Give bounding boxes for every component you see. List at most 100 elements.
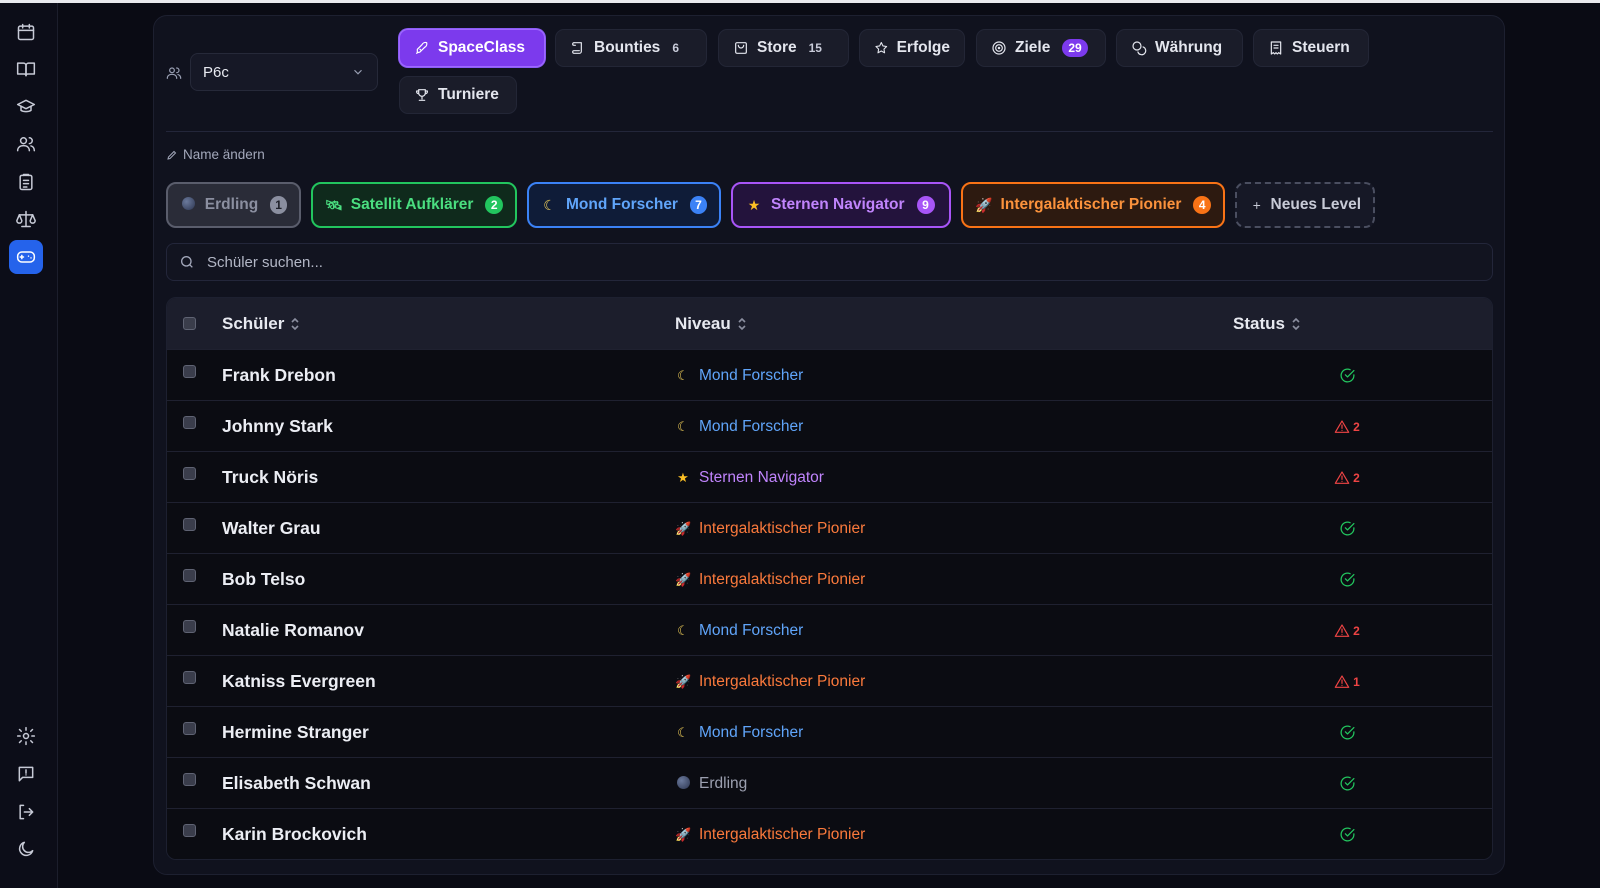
row-checkbox[interactable]	[183, 620, 196, 633]
level-label: Mond Forscher	[699, 366, 804, 384]
tab-ziele[interactable]: Ziele 29	[976, 29, 1106, 67]
pencil-icon	[167, 150, 177, 160]
clipboard-icon[interactable]	[9, 165, 43, 199]
moon-icon[interactable]	[9, 832, 43, 866]
settings-gear-icon[interactable]	[9, 719, 43, 753]
student-level: 🚀 Intergalaktischer Pionier	[675, 503, 865, 554]
tab-steuern[interactable]: Steuern	[1253, 29, 1369, 67]
status-warning: 2	[1327, 452, 1367, 503]
select-all-checkbox[interactable]	[183, 317, 196, 330]
table-row[interactable]: Johnny Stark ☾ Mond Forscher 2	[167, 400, 1492, 451]
tab-spaceclass[interactable]: SpaceClass	[399, 29, 545, 67]
row-checkbox[interactable]	[183, 365, 196, 378]
target-icon	[992, 41, 1006, 55]
table-row[interactable]: Karin Brockovich 🚀 Intergalaktischer Pioni…	[167, 808, 1492, 859]
search-icon	[181, 255, 193, 268]
student-level: ★ Sternen Navigator	[675, 452, 824, 503]
store-icon	[735, 42, 747, 54]
tab-label: Bounties	[594, 39, 661, 56]
header-label: Status	[1233, 313, 1285, 333]
warning-icon	[1334, 470, 1350, 486]
level-label: Sternen Navigator	[771, 196, 905, 213]
table-row[interactable]: Natalie Romanov ☾ Mond Forscher 2	[167, 604, 1492, 655]
student-name: Karin Brockovich	[222, 824, 367, 844]
student-level: Erdling	[675, 758, 747, 809]
rocket-icon: 🚀	[675, 571, 692, 587]
class-select-value: P6c	[203, 63, 229, 81]
students-table: Schüler Niveau Status Frank Drebon ☾ Mond …	[166, 297, 1493, 860]
header-label: Niveau	[675, 313, 731, 333]
sidebar	[0, 3, 58, 888]
search-input[interactable]	[207, 253, 1407, 271]
warning-count: 2	[1353, 419, 1360, 434]
book-icon[interactable]	[9, 52, 43, 86]
table-row[interactable]: Katniss Evergreen 🚀 Intergalaktischer Pion…	[167, 655, 1492, 706]
status-warning: 2	[1327, 401, 1367, 452]
crescent-moon-icon: ☾	[543, 196, 556, 213]
receipt-icon	[1270, 41, 1282, 55]
tab-erfolge[interactable]: Erfolge	[859, 29, 965, 67]
trophy-icon	[415, 89, 429, 101]
gamepad-icon[interactable]	[9, 240, 43, 274]
crescent-moon-icon: ☾	[677, 724, 689, 740]
tab-waehrung[interactable]: Währung	[1116, 29, 1243, 67]
calendar-icon[interactable]	[9, 15, 43, 49]
divider	[166, 131, 1493, 132]
row-checkbox[interactable]	[183, 722, 196, 735]
header-student[interactable]: Schüler	[222, 298, 300, 349]
level-sternen-navigator[interactable]: ★ Sternen Navigator 9	[731, 182, 951, 228]
level-intergalaktischer-pionier[interactable]: 🚀 Intergalaktischer Pionier 4	[961, 182, 1225, 228]
scale-icon[interactable]	[9, 202, 43, 236]
header-status[interactable]: Status	[1233, 298, 1301, 349]
new-level-button[interactable]: Neues Level	[1235, 182, 1375, 228]
level-erdling[interactable]: Erdling 1	[166, 182, 301, 228]
table-row[interactable]: Frank Drebon ☾ Mond Forscher	[167, 349, 1492, 400]
row-checkbox[interactable]	[183, 467, 196, 480]
status-ok-icon	[1327, 554, 1367, 605]
student-name: Johnny Stark	[222, 416, 333, 436]
header-level[interactable]: Niveau	[675, 298, 747, 349]
tab-label: Währung	[1155, 39, 1223, 56]
table-body: Frank Drebon ☾ Mond Forscher Johnny Stark ☾ M…	[167, 349, 1492, 859]
tab-turniere[interactable]: Turniere	[399, 76, 517, 114]
star-icon: ★	[747, 196, 761, 213]
row-checkbox[interactable]	[183, 416, 196, 429]
tab-store[interactable]: Store 15	[718, 29, 849, 67]
tab-label: Store	[757, 39, 797, 56]
level-count: 7	[689, 196, 707, 214]
crescent-moon-icon: ☾	[677, 418, 689, 434]
rocket-icon: 🚀	[975, 196, 993, 213]
level-label: Mond Forscher	[566, 196, 678, 213]
graduation-cap-icon[interactable]	[9, 90, 43, 124]
feedback-icon[interactable]	[9, 757, 43, 791]
rocket-icon: 🚀	[675, 520, 692, 536]
rename-link[interactable]: Name ändern	[166, 147, 265, 162]
row-checkbox[interactable]	[183, 773, 196, 786]
student-name: Walter Grau	[222, 518, 321, 538]
level-satellit-aufklaerer[interactable]: 🛰 Satellit Aufklärer 2	[311, 182, 517, 228]
header-label: Schüler	[222, 313, 285, 333]
users-icon[interactable]	[9, 127, 43, 161]
star-icon	[875, 41, 888, 54]
row-checkbox[interactable]	[183, 569, 196, 582]
status-ok-icon	[1327, 707, 1367, 758]
logout-icon[interactable]	[9, 795, 43, 829]
tab-bounties[interactable]: Bounties 6	[555, 29, 707, 67]
rocket-icon: 🚀	[675, 673, 692, 689]
table-row[interactable]: Hermine Stranger ☾ Mond Forscher	[167, 706, 1492, 757]
class-select[interactable]: P6c	[190, 53, 378, 91]
table-row[interactable]: Bob Telso 🚀 Intergalaktischer Pionier	[167, 553, 1492, 604]
row-checkbox[interactable]	[183, 824, 196, 837]
plus-icon	[1253, 201, 1261, 209]
level-label: Satellit Aufklärer	[350, 196, 474, 213]
chevron-down-icon	[354, 69, 362, 75]
warning-count: 2	[1353, 623, 1360, 638]
table-row[interactable]: Truck Nöris ★ Sternen Navigator 2	[167, 451, 1492, 502]
level-mond-forscher[interactable]: ☾ Mond Forscher 7	[527, 182, 721, 228]
row-checkbox[interactable]	[183, 671, 196, 684]
table-row[interactable]: Elisabeth Schwan Erdling	[167, 757, 1492, 808]
row-checkbox[interactable]	[183, 518, 196, 531]
scroll-icon	[572, 42, 582, 54]
tab-count: 6	[672, 41, 679, 55]
table-row[interactable]: Walter Grau 🚀 Intergalaktischer Pionier	[167, 502, 1492, 553]
